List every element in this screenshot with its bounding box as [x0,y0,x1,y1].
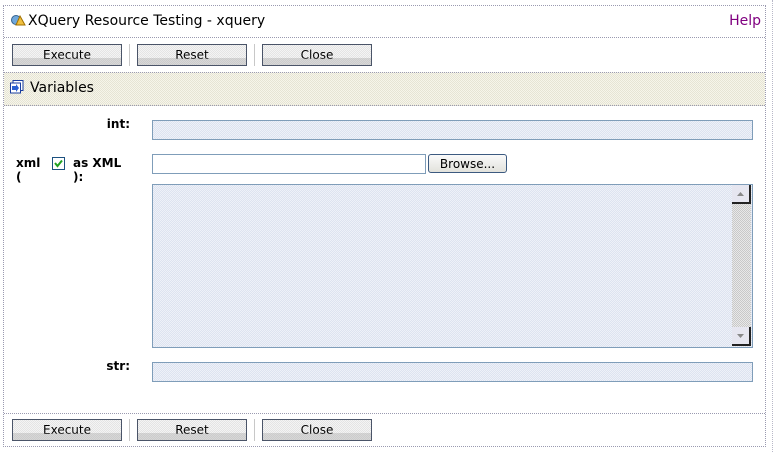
reset-button[interactable]: Reset [137,44,247,66]
variables-icon [10,80,24,94]
toolbar-separator [254,419,255,441]
variables-section-header [4,72,765,106]
reset-button-bottom[interactable]: Reset [137,419,247,441]
close-button-bottom[interactable]: Close [262,419,372,441]
execute-button-bottom[interactable]: Execute [12,419,122,441]
xml-file-input[interactable] [152,154,426,174]
divider [772,0,774,452]
scroll-up-button[interactable] [732,185,751,204]
scroll-down-button[interactable] [732,327,751,346]
xquery-resource-icon [11,14,26,26]
toolbar-separator [129,419,130,441]
arrow-up-icon [737,192,744,196]
browse-button[interactable]: Browse... [428,154,507,173]
xml-textarea[interactable] [152,184,753,348]
int-input[interactable] [152,120,753,140]
str-label: str: [106,359,130,373]
checkmark-icon [54,159,63,168]
xquery-test-page: XQuery Resource Testing - xquery Help Ex… [0,0,777,452]
toolbar-separator [254,44,255,66]
xml-label: xml ( [16,156,41,184]
as-xml-checkbox[interactable] [52,157,65,170]
divider [4,37,765,38]
int-label: int: [106,117,130,131]
close-button[interactable]: Close [262,44,372,66]
page-title: XQuery Resource Testing - xquery [28,13,266,29]
variables-title: Variables [30,80,94,96]
divider [4,413,765,414]
help-link[interactable]: Help [729,13,761,29]
execute-button[interactable]: Execute [12,44,122,66]
toolbar-separator [129,44,130,66]
textarea-scrollbar[interactable] [732,185,751,346]
as-xml-label: as XML ): [73,156,122,184]
arrow-down-icon [737,334,744,338]
str-input[interactable] [152,362,753,382]
